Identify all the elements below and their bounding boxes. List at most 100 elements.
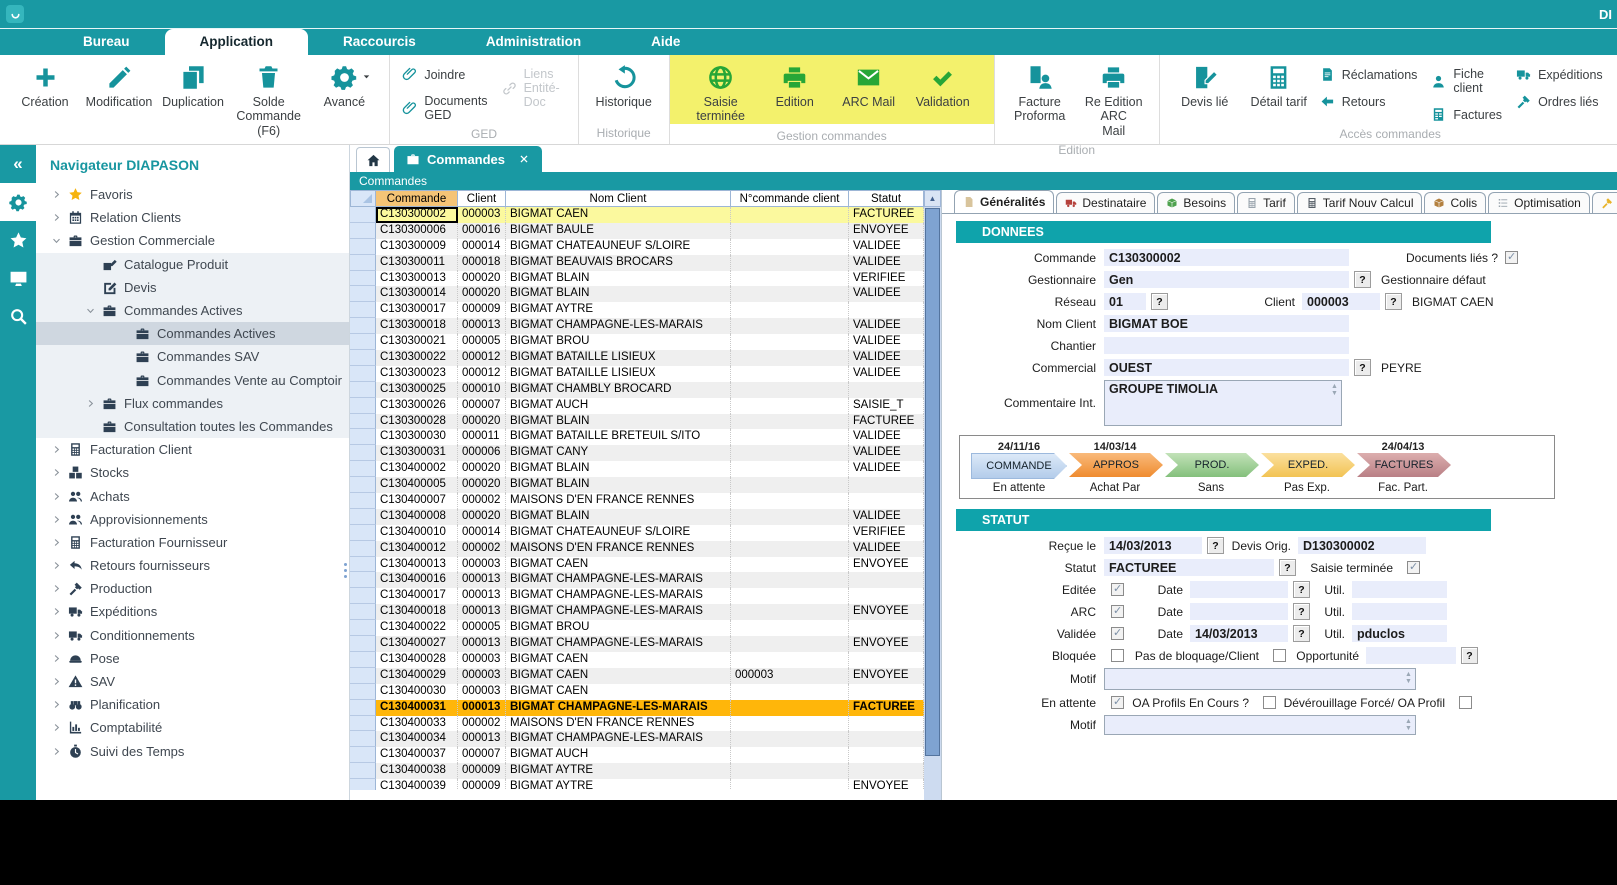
sidebar-item-commandes-actives[interactable]: Commandes Actives xyxy=(36,299,349,322)
table-row[interactable]: C130300021000005BIGMAT BROUVALIDEE xyxy=(350,334,924,350)
table-row[interactable]: C130400017000013BIGMAT CHAMPAGNE-LES-MAR… xyxy=(350,588,924,604)
row-selector[interactable] xyxy=(350,414,376,430)
row-selector[interactable] xyxy=(350,525,376,541)
table-row[interactable]: C130300002000003BIGMAT CAENFACTUREE xyxy=(350,207,924,223)
col-header-commande[interactable]: Commande xyxy=(376,190,458,207)
retours-button[interactable]: Retours xyxy=(1320,94,1418,109)
table-row[interactable]: C130300025000010BIGMAT CHAMBLY BROCARD xyxy=(350,382,924,398)
creation-button[interactable]: Création xyxy=(8,59,82,109)
row-selector[interactable] xyxy=(350,350,376,366)
deverouillage-force-oa-profil-checkbox[interactable] xyxy=(1459,696,1472,709)
tab-destinataire[interactable]: Destinataire xyxy=(1056,192,1155,213)
row-selector[interactable] xyxy=(350,509,376,525)
row-selector[interactable] xyxy=(350,207,376,223)
table-row[interactable]: C130400007000002MAISONS D'EN FRANCE RENN… xyxy=(350,493,924,509)
chevron-right-icon[interactable] xyxy=(49,699,64,710)
table-row[interactable]: C130400013000003BIGMAT CAENENVOYEE xyxy=(350,557,924,573)
chevron-right-icon[interactable] xyxy=(49,514,64,525)
table-row[interactable]: C130400018000013BIGMAT CHAMPAGNE-LES-MAR… xyxy=(350,604,924,620)
date-help-button[interactable]: ? xyxy=(1293,625,1310,642)
tab-generalites[interactable]: Généralités xyxy=(954,190,1054,213)
chevron-right-icon[interactable] xyxy=(49,630,64,641)
nom-client-input[interactable]: BIGMAT BOE xyxy=(1104,315,1349,332)
chevron-right-icon[interactable] xyxy=(49,491,64,502)
opportunite-help-button[interactable]: ? xyxy=(1461,647,1478,664)
row-selector[interactable] xyxy=(350,668,376,684)
table-row[interactable]: C130400039000009BIGMAT AYTREENVOYEE xyxy=(350,779,924,790)
table-row[interactable]: C130400037000007BIGMAT AUCH xyxy=(350,747,924,763)
reclamations-button[interactable]: Réclamations xyxy=(1320,67,1418,82)
tab-besoins[interactable]: Besoins xyxy=(1157,192,1235,213)
util-input[interactable] xyxy=(1352,581,1447,598)
chantier-input[interactable] xyxy=(1104,337,1349,354)
statut-help-button[interactable]: ? xyxy=(1279,559,1296,576)
tab-tarif-nouv-calcul[interactable]: Tarif Nouv Calcul xyxy=(1297,192,1423,213)
home-tab[interactable] xyxy=(356,147,390,172)
table-row[interactable]: C130300014000020BIGMAT BLAINVALIDEE xyxy=(350,286,924,302)
date-input[interactable] xyxy=(1190,603,1288,620)
devis-lie-button[interactable]: Devis lié xyxy=(1168,59,1242,109)
row-selector[interactable] xyxy=(350,223,376,239)
saisie-terminee-button[interactable]: Saisie terminée xyxy=(684,59,758,124)
menu-tab-bureau[interactable]: Bureau xyxy=(48,29,165,55)
menu-tab-raccourcis[interactable]: Raccourcis xyxy=(308,29,451,55)
commentaire-int-textarea[interactable]: GROUPE TIMOLIA▲▼ xyxy=(1104,380,1342,426)
table-row[interactable]: C130300030000011BIGMAT BATAILLE BRETEUIL… xyxy=(350,429,924,445)
sidebar-item-commandes-vente-au-comptoir[interactable]: Commandes Vente au Comptoir xyxy=(36,369,349,392)
commande-input[interactable]: C130300002 xyxy=(1104,249,1349,266)
textarea-scroll-arrows[interactable]: ▲▼ xyxy=(1403,717,1414,733)
row-selector[interactable] xyxy=(350,779,376,790)
row-selector[interactable] xyxy=(350,588,376,604)
table-row[interactable]: C130400022000005BIGMAT BROU xyxy=(350,620,924,636)
row-selector[interactable] xyxy=(350,286,376,302)
util-input[interactable] xyxy=(1352,603,1447,620)
table-row[interactable]: C130400005000020BIGMAT BLAIN xyxy=(350,477,924,493)
client-help-button[interactable]: ? xyxy=(1385,293,1402,310)
solde-commande-f6-button[interactable]: Solde Commande (F6) xyxy=(230,59,307,138)
statut-input[interactable]: FACTUREE xyxy=(1104,559,1274,576)
table-row[interactable]: C130300022000012BIGMAT BATAILLE LISIEUXV… xyxy=(350,350,924,366)
row-selector[interactable] xyxy=(350,429,376,445)
chevron-right-icon[interactable] xyxy=(49,676,64,687)
dropdown-caret-icon[interactable] xyxy=(361,71,372,85)
row-selector[interactable] xyxy=(350,763,376,779)
sidebar-item-sav[interactable]: SAV xyxy=(36,670,349,693)
table-row[interactable]: C130400028000003BIGMAT CAEN xyxy=(350,652,924,668)
sidebar-item-gestion-commerciale[interactable]: Gestion Commerciale xyxy=(36,229,349,252)
table-row[interactable]: C130300018000013BIGMAT CHAMPAGNE-LES-MAR… xyxy=(350,318,924,334)
commercial-input[interactable]: OUEST xyxy=(1104,359,1349,376)
validee-checkbox[interactable] xyxy=(1111,627,1124,640)
sidebar-item-facturation-fournisseur[interactable]: Facturation Fournisseur xyxy=(36,531,349,554)
tab-optimisation[interactable]: Optimisation xyxy=(1488,192,1590,213)
col-header-client[interactable]: Client xyxy=(458,190,506,207)
scroll-thumb[interactable] xyxy=(925,208,940,756)
row-selector[interactable] xyxy=(350,604,376,620)
modules-button[interactable] xyxy=(0,183,36,221)
row-selector[interactable] xyxy=(350,731,376,747)
facture-proforma-button[interactable]: Facture Proforma xyxy=(1003,59,1077,124)
col-header-nom-client[interactable]: Nom Client xyxy=(506,190,731,207)
row-selector[interactable] xyxy=(350,652,376,668)
util-input[interactable]: pduclos xyxy=(1352,625,1447,642)
opportunite-input[interactable] xyxy=(1366,647,1456,664)
chevron-right-icon[interactable] xyxy=(49,444,64,455)
table-row[interactable]: C130300031000006BIGMAT CANYVALIDEE xyxy=(350,445,924,461)
sidebar-item-commandes-sav[interactable]: Commandes SAV xyxy=(36,345,349,368)
row-selector[interactable] xyxy=(350,461,376,477)
tab-pose[interactable]: Pose xyxy=(1592,192,1617,213)
row-selector[interactable] xyxy=(350,747,376,763)
table-row[interactable]: C130400033000002MAISONS D'EN FRANCE RENN… xyxy=(350,716,924,732)
splitter-handle[interactable] xyxy=(344,563,347,566)
reseau-help-button[interactable]: ? xyxy=(1151,293,1168,310)
sidebar-item-facturation-client[interactable]: Facturation Client xyxy=(36,438,349,461)
chevron-down-icon[interactable] xyxy=(83,305,98,316)
table-row[interactable]: C130300009000014BIGMAT CHATEAUNEUF S/LOI… xyxy=(350,239,924,255)
table-row[interactable]: C130400010000014BIGMAT CHATEAUNEUF S/LOI… xyxy=(350,525,924,541)
oa-profils-en-cours-checkbox[interactable] xyxy=(1263,696,1276,709)
sidebar-item-achats[interactable]: Achats xyxy=(36,484,349,507)
date-help-button[interactable]: ? xyxy=(1293,581,1310,598)
table-row[interactable]: C130400038000009BIGMAT AYTRE xyxy=(350,763,924,779)
liens-entite-doc-button[interactable]: Liens Entité-Doc xyxy=(502,67,560,109)
row-selector[interactable] xyxy=(350,302,376,318)
detail-tarif-button[interactable]: Détail tarif xyxy=(1242,59,1316,109)
